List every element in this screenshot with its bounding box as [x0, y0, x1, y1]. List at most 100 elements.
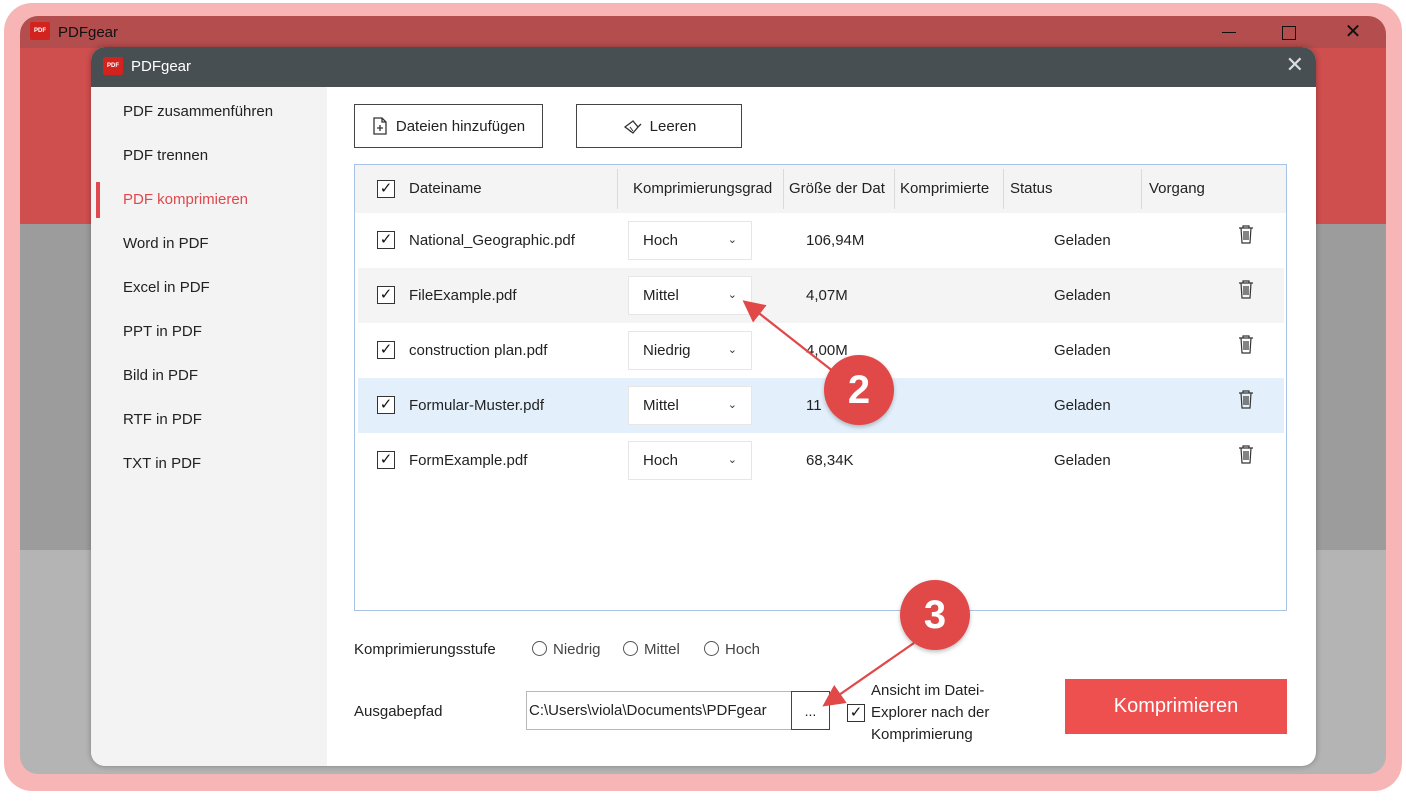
compress-dialog: PDF PDFgear ✕ PDF zusammenführen PDF tre… [91, 47, 1316, 766]
row-level-select[interactable]: Mittel ⌄ [628, 276, 752, 315]
dialog-close-icon[interactable]: ✕ [1286, 53, 1304, 77]
row-level-value: Mittel [643, 397, 679, 414]
row-size: 11 [806, 397, 822, 414]
row-level-select[interactable]: Hoch ⌄ [628, 441, 752, 480]
row-filename: FileExample.pdf [409, 287, 517, 304]
main-window-title: PDFgear [58, 24, 119, 41]
sidebar: PDF zusammenführen PDF trennen PDF kompr… [91, 87, 327, 766]
header-level[interactable]: Komprimierungsgrad [633, 165, 782, 213]
radio-low-label: Niedrig [553, 641, 601, 658]
radio-high[interactable]: Hoch [704, 641, 760, 658]
add-files-label: Dateien hinzufügen [395, 117, 526, 135]
step-badge-3: 3 [900, 580, 970, 650]
row-level-select[interactable]: Mittel ⌄ [628, 386, 752, 425]
header-separator [1141, 169, 1142, 209]
row-checkbox[interactable]: ✓ [377, 341, 395, 359]
row-checkbox[interactable]: ✓ [377, 451, 395, 469]
row-status: Geladen [1054, 287, 1111, 304]
open-explorer-checkbox[interactable]: ✓ [847, 704, 865, 722]
maximize-icon[interactable] [1266, 16, 1312, 48]
trash-icon[interactable] [1238, 323, 1254, 378]
sidebar-item-excel[interactable]: Excel in PDF [91, 270, 327, 306]
row-status: Geladen [1054, 397, 1111, 414]
trash-icon[interactable] [1238, 268, 1254, 323]
row-filename: National_Geographic.pdf [409, 232, 575, 249]
main-titlebar: PDF PDFgear ✕ [20, 16, 1386, 48]
row-checkbox[interactable]: ✓ [377, 286, 395, 304]
sidebar-item-word[interactable]: Word in PDF [91, 226, 327, 262]
clear-button[interactable]: Leeren [576, 104, 742, 148]
clear-label: Leeren [649, 117, 697, 135]
sidebar-item-merge[interactable]: PDF zusammenführen [91, 94, 327, 130]
step-badge-2: 2 [824, 355, 894, 425]
table-row[interactable]: ✓ construction plan.pdf Niedrig ⌄ 4,00M … [358, 323, 1284, 378]
row-level-value: Niedrig [643, 342, 691, 359]
sidebar-item-rtf[interactable]: RTF in PDF [91, 402, 327, 438]
radio-medium[interactable]: Mittel [623, 641, 680, 658]
header-compressed[interactable]: Komprimierte [900, 165, 1002, 213]
table-header: ✓ Dateiname Komprimierungsgrad Größe der… [355, 165, 1286, 213]
table-row[interactable]: ✓ Formular-Muster.pdf Mittel ⌄ 11 Gelade… [358, 378, 1284, 433]
row-filename: Formular-Muster.pdf [409, 397, 545, 414]
row-level-value: Hoch [643, 452, 679, 469]
trash-icon[interactable] [1238, 433, 1254, 488]
row-checkbox[interactable]: ✓ [377, 231, 395, 249]
row-checkbox[interactable]: ✓ [377, 396, 395, 414]
chevron-down-icon: ⌄ [727, 399, 737, 411]
add-file-icon [373, 117, 387, 135]
row-status: Geladen [1054, 342, 1111, 359]
pdfgear-logo-icon: PDF [30, 22, 50, 40]
sidebar-item-split[interactable]: PDF trennen [91, 138, 327, 174]
header-separator [894, 169, 895, 209]
header-filename[interactable]: Dateiname [409, 165, 609, 213]
sidebar-item-compress[interactable]: PDF komprimieren [91, 182, 327, 218]
table-row[interactable]: ✓ FileExample.pdf Mittel ⌄ 4,07M Geladen [358, 268, 1284, 323]
row-size: 68,34K [806, 452, 854, 469]
add-files-button[interactable]: Dateien hinzufügen [354, 104, 543, 148]
row-level-select[interactable]: Hoch ⌄ [628, 221, 752, 260]
sidebar-item-ppt[interactable]: PPT in PDF [91, 314, 327, 350]
row-status: Geladen [1054, 452, 1111, 469]
header-status[interactable]: Status [1010, 165, 1130, 213]
row-size: 4,07M [806, 287, 848, 304]
radio-medium-label: Mittel [644, 641, 680, 658]
row-status: Geladen [1054, 232, 1111, 249]
browse-button[interactable]: ... [791, 691, 830, 730]
row-level-value: Hoch [643, 232, 679, 249]
sidebar-item-txt[interactable]: TXT in PDF [91, 446, 327, 482]
dialog-title: PDFgear [131, 58, 192, 75]
chevron-down-icon: ⌄ [727, 344, 737, 356]
header-size[interactable]: Größe der Dat [789, 165, 893, 213]
radio-high-label: Hoch [725, 641, 761, 658]
compression-level-label: Komprimierungsstufe [354, 641, 496, 658]
trash-icon[interactable] [1238, 378, 1254, 433]
row-level-value: Mittel [643, 287, 679, 304]
close-icon[interactable]: ✕ [1330, 16, 1376, 48]
table-row[interactable]: ✓ FormExample.pdf Hoch ⌄ 68,34K Geladen [358, 433, 1284, 488]
radio-circle-icon [623, 641, 638, 656]
trash-icon[interactable] [1238, 213, 1254, 268]
minimize-icon[interactable] [1206, 16, 1252, 48]
sidebar-item-image[interactable]: Bild in PDF [91, 358, 327, 394]
output-path-label: Ausgabepfad [354, 703, 443, 720]
dialog-titlebar: PDF PDFgear ✕ [91, 47, 1316, 87]
open-explorer-label: Ansicht im Datei-Explorer nach der Kompr… [871, 682, 990, 743]
chevron-down-icon: ⌄ [727, 289, 737, 301]
chevron-down-icon: ⌄ [727, 234, 737, 246]
chevron-down-icon: ⌄ [727, 454, 737, 466]
row-size: 106,94M [806, 232, 865, 249]
radio-low[interactable]: Niedrig [532, 641, 601, 658]
select-all-checkbox[interactable]: ✓ [377, 180, 395, 198]
header-separator [1003, 169, 1004, 209]
row-level-select[interactable]: Niedrig ⌄ [628, 331, 752, 370]
header-separator [783, 169, 784, 209]
row-filename: construction plan.pdf [409, 342, 548, 359]
compress-button[interactable]: Komprimieren [1065, 679, 1287, 734]
header-action[interactable]: Vorgang [1149, 165, 1269, 213]
table-row[interactable]: ✓ National_Geographic.pdf Hoch ⌄ 106,94M… [358, 213, 1284, 268]
pdfgear-logo-icon: PDF [103, 57, 123, 75]
output-path-input[interactable]: C:\Users\viola\Documents\PDFgear [526, 691, 792, 730]
header-separator [617, 169, 618, 209]
radio-circle-icon [704, 641, 719, 656]
broom-icon [623, 120, 642, 134]
